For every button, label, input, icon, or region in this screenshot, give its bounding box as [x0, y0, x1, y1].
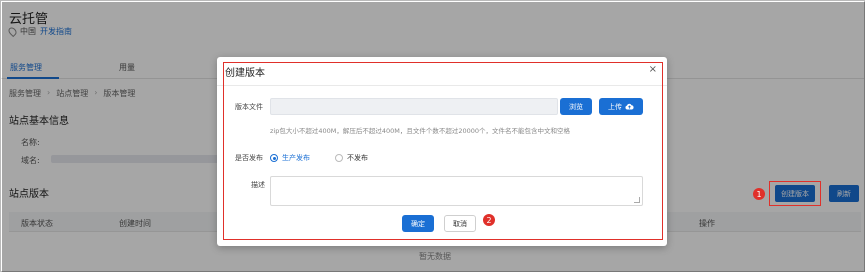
modal-highlight-box — [223, 62, 663, 240]
create-button-highlight-box — [769, 181, 821, 206]
screenshot-frame: 云托管 中国 开发指南 服务管理 用量 服务管理 › 站点管理 › 版本管理 站… — [0, 0, 865, 272]
step-2-badge: 2 — [483, 214, 495, 226]
step-1-badge: 1 — [753, 188, 765, 200]
